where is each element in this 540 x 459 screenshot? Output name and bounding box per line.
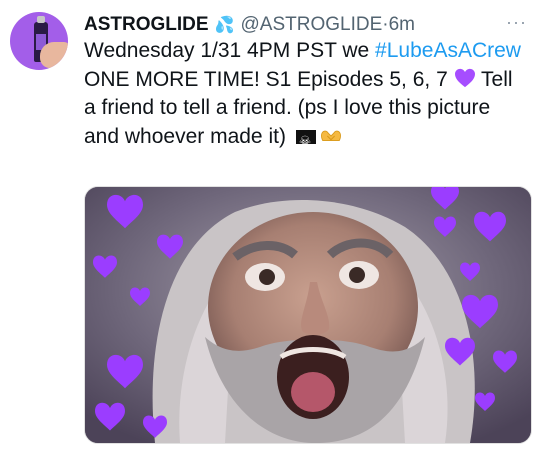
tweet-time[interactable]: 6m bbox=[389, 14, 415, 35]
hashtag-link[interactable]: #LubeAsACrew bbox=[375, 39, 521, 62]
purple-heart-icon bbox=[454, 68, 475, 87]
profile-avatar[interactable] bbox=[10, 12, 68, 70]
heart-hands-icon bbox=[320, 130, 341, 141]
display-name[interactable]: ASTROGLIDE bbox=[84, 14, 209, 35]
tweet-media-image[interactable] bbox=[84, 186, 532, 444]
tweet-text-part1: Wednesday 1/31 4PM PST we bbox=[84, 39, 376, 62]
pirate-flag-icon bbox=[295, 127, 316, 155]
shouting-bearded-man-photo bbox=[85, 187, 531, 443]
more-options-icon[interactable]: ··· bbox=[506, 12, 527, 33]
tweet-header: ASTROGLIDE 💦 @ASTROGLIDE·6m bbox=[84, 14, 415, 36]
hand-graphic bbox=[40, 42, 68, 68]
tweet-text-part2: ONE MORE TIME! S1 Episodes 5, 6, 7 bbox=[84, 67, 454, 91]
water-drops-icon: 💦 bbox=[214, 17, 235, 34]
user-handle[interactable]: @ASTROGLIDE bbox=[240, 14, 382, 35]
tweet-text: Wednesday 1/31 4PM PST we #LubeAsACrew O… bbox=[84, 37, 529, 155]
